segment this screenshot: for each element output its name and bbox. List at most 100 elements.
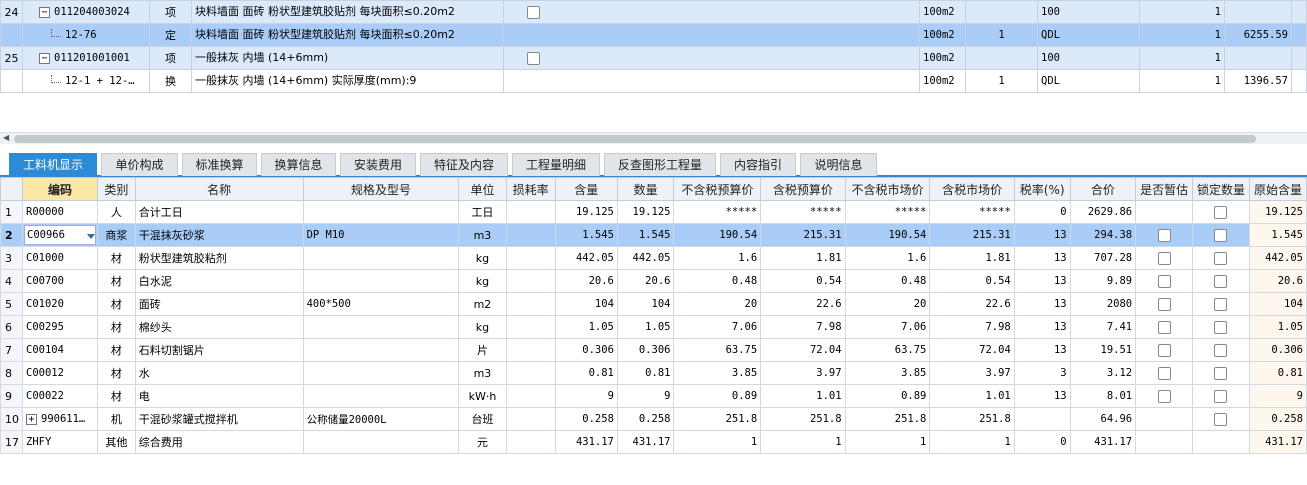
- tab-3[interactable]: 标准换算: [182, 153, 257, 176]
- lock-cell[interactable]: [1192, 292, 1250, 316]
- lock-quantity-checkbox[interactable]: [1214, 343, 1228, 357]
- bill-row[interactable]: 25−011201001001 项一般抹灰 内墙 (14+6mm) 100m2 100…: [0, 46, 1307, 70]
- estimate-cell[interactable]: [1135, 223, 1194, 247]
- estimate-checkbox[interactable]: [1157, 343, 1171, 357]
- item-checkbox[interactable]: [527, 51, 540, 65]
- column-header[interactable]: 含税预算价: [760, 177, 846, 201]
- estimate-cell[interactable]: [1135, 338, 1194, 362]
- estimate-cell[interactable]: [1135, 430, 1194, 454]
- resource-row[interactable]: 17 ZHFY 其他 综合费用元 431.17 431.17 1 1 1 1 0 431.17 431.…: [0, 430, 1307, 454]
- horizontal-scrollbar[interactable]: ◀: [0, 132, 1307, 144]
- lock-cell[interactable]: [1192, 384, 1250, 408]
- item-flag-cell[interactable]: [503, 69, 920, 93]
- lock-cell[interactable]: [1192, 223, 1250, 247]
- lock-quantity-checkbox[interactable]: [1214, 251, 1228, 265]
- tab-5[interactable]: 安装费用: [340, 153, 416, 176]
- resource-row[interactable]: 2 C00966 商浆 干混抹灰砂浆 DP M10 m3 1.545 1.545 190.54 2…: [0, 223, 1307, 247]
- scroll-left-arrow-icon[interactable]: ◀: [3, 133, 9, 142]
- resource-code-cell[interactable]: C00104: [22, 338, 98, 362]
- lock-cell[interactable]: [1192, 246, 1250, 270]
- estimate-cell[interactable]: [1135, 292, 1194, 316]
- estimate-cell[interactable]: [1135, 246, 1194, 270]
- resource-row[interactable]: 8 C00012 材水 m3 0.81 0.81 3.85 3.97 3.85 3.97 3 3.12…: [0, 361, 1307, 385]
- resource-code-cell[interactable]: C00022: [22, 384, 98, 408]
- column-header[interactable]: 含量: [554, 177, 618, 201]
- resource-code-cell[interactable]: +990611…: [22, 407, 98, 431]
- collapse-toggle-icon[interactable]: −: [39, 6, 50, 18]
- chevron-down-icon[interactable]: [87, 234, 95, 239]
- collapse-toggle-icon[interactable]: −: [39, 52, 50, 64]
- estimate-cell[interactable]: [1135, 200, 1194, 224]
- item-code-cell[interactable]: −011204003024: [22, 0, 150, 24]
- tab-6[interactable]: 特征及内容: [420, 153, 508, 176]
- estimate-cell[interactable]: [1135, 315, 1194, 339]
- column-header[interactable]: 数量: [616, 177, 675, 201]
- tab-7[interactable]: 工程量明细: [512, 153, 600, 176]
- tab-1[interactable]: 工料机显示: [9, 153, 97, 176]
- item-flag-cell[interactable]: [503, 46, 920, 70]
- lock-cell[interactable]: [1192, 361, 1250, 385]
- item-checkbox[interactable]: [527, 5, 540, 19]
- estimate-checkbox[interactable]: [1157, 366, 1171, 380]
- lock-cell[interactable]: [1192, 407, 1250, 431]
- expand-toggle-icon[interactable]: +: [26, 413, 37, 425]
- bill-row[interactable]: 24−011204003024 项块料墙面 面砖 粉状型建筑胶贴剂 每块面积≤0.…: [0, 0, 1307, 24]
- scrollbar-thumb[interactable]: [14, 135, 1256, 143]
- lock-quantity-checkbox[interactable]: [1214, 389, 1228, 403]
- resource-row[interactable]: 7 C00104 材石料切割锯片片 0.306 0.306 63.75 72.04 63.75…: [0, 338, 1307, 362]
- lock-cell[interactable]: [1192, 269, 1250, 293]
- estimate-checkbox[interactable]: [1157, 251, 1171, 265]
- column-header[interactable]: 原始含量: [1248, 177, 1307, 201]
- column-header[interactable]: 不含税预算价: [673, 177, 762, 201]
- resource-code-cell[interactable]: C01020: [22, 292, 98, 316]
- resource-code-dropdown[interactable]: C00966: [24, 225, 96, 245]
- resource-code-cell[interactable]: C00966: [22, 223, 98, 247]
- estimate-checkbox[interactable]: [1157, 389, 1171, 403]
- column-header[interactable]: 编码: [22, 177, 98, 201]
- estimate-cell[interactable]: [1135, 269, 1194, 293]
- resource-code-cell[interactable]: ZHFY: [22, 430, 98, 454]
- item-flag-cell[interactable]: [503, 23, 920, 47]
- column-header[interactable]: 类别: [97, 177, 136, 201]
- lock-quantity-checkbox[interactable]: [1214, 205, 1228, 219]
- column-header[interactable]: 合价: [1069, 177, 1137, 201]
- item-code-cell[interactable]: 12-1 + 12-…: [22, 69, 150, 93]
- tab-4[interactable]: 换算信息: [261, 153, 336, 176]
- column-header[interactable]: 含税市场价: [929, 177, 1015, 201]
- resource-row[interactable]: 5 C01020 材面砖 400*500 m2 104 104 20 22.6 20 22.6 13 2…: [0, 292, 1307, 316]
- estimate-checkbox[interactable]: [1157, 228, 1171, 242]
- tab-8[interactable]: 反查图形工程量: [604, 153, 716, 176]
- bill-row[interactable]: 12-1 + 12-… 换一般抹灰 内墙 (14+6mm) 实际厚度(mm):9 1…: [0, 69, 1307, 93]
- lock-quantity-checkbox[interactable]: [1214, 274, 1228, 288]
- column-header[interactable]: 锁定数量: [1192, 177, 1250, 201]
- resource-code-cell[interactable]: R00000: [22, 200, 98, 224]
- lock-quantity-checkbox[interactable]: [1214, 228, 1228, 242]
- resource-row[interactable]: 10 +990611… 机干混砂浆罐式搅拌机 公称储量20000L 台班 0.258 0.2…: [0, 407, 1307, 431]
- resource-row[interactable]: 9 C00022 材电 kW·h 9 9 0.89 1.01 0.89 1.01 13 8.01 9: [0, 384, 1307, 408]
- column-header[interactable]: 税率(%): [1013, 177, 1071, 201]
- estimate-checkbox[interactable]: [1157, 320, 1171, 334]
- resource-code-cell[interactable]: C00012: [22, 361, 98, 385]
- estimate-cell[interactable]: [1135, 407, 1194, 431]
- lock-cell[interactable]: [1192, 338, 1250, 362]
- column-header[interactable]: 规格及型号: [302, 177, 460, 201]
- column-header[interactable]: 单位: [458, 177, 507, 201]
- column-header[interactable]: 名称: [134, 177, 304, 201]
- item-code-cell[interactable]: −011201001001: [22, 46, 150, 70]
- estimate-checkbox[interactable]: [1157, 274, 1171, 288]
- lock-quantity-checkbox[interactable]: [1214, 412, 1228, 426]
- resource-row[interactable]: 4 C00700 材白水泥 kg 20.6 20.6 0.48 0.54 0.48 0.54 13 9…: [0, 269, 1307, 293]
- item-code-cell[interactable]: 12-76: [22, 23, 150, 47]
- resource-code-cell[interactable]: C00700: [22, 269, 98, 293]
- resource-row[interactable]: 6 C00295 材棉纱头 kg 1.05 1.05 7.06 7.98 7.06 7.98 13 7…: [0, 315, 1307, 339]
- tab-2[interactable]: 单价构成: [101, 153, 178, 176]
- resource-row[interactable]: 3 C01000 材粉状型建筑胶粘剂 kg 442.05 442.05 1.6 1.81 1.6…: [0, 246, 1307, 270]
- lock-quantity-checkbox[interactable]: [1214, 366, 1228, 380]
- tab-9[interactable]: 内容指引: [720, 153, 796, 176]
- lock-cell[interactable]: [1192, 315, 1250, 339]
- lock-quantity-checkbox[interactable]: [1214, 297, 1228, 311]
- resource-code-cell[interactable]: C01000: [22, 246, 98, 270]
- lock-cell[interactable]: [1192, 430, 1250, 454]
- column-header[interactable]: 不含税市场价: [844, 177, 931, 201]
- estimate-checkbox[interactable]: [1157, 297, 1171, 311]
